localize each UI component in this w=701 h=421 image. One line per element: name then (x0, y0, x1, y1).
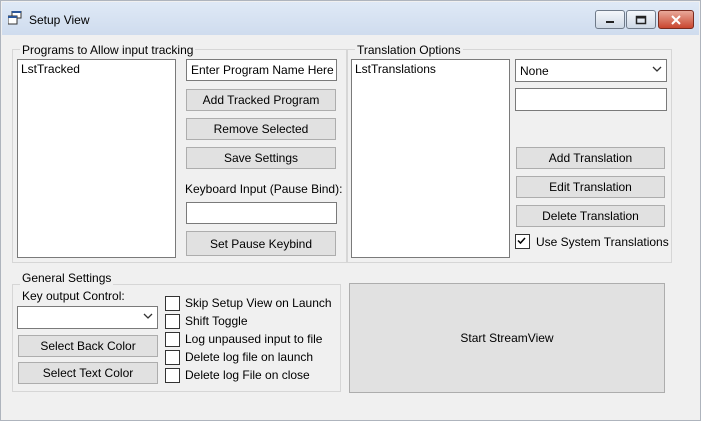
window-title: Setup View (29, 13, 90, 27)
delete-log-on-close-checkbox[interactable]: Delete log File on close (165, 366, 332, 384)
add-translation-button[interactable]: Add Translation (516, 147, 665, 169)
chevron-down-icon (143, 313, 153, 319)
log-unpaused-input-checkbox[interactable]: Log unpaused input to file (165, 330, 332, 348)
key-output-label: Key output Control: (22, 289, 125, 303)
minimize-icon (606, 20, 614, 23)
checkbox-label: Skip Setup View on Launch (185, 296, 332, 310)
select-text-color-button[interactable]: Select Text Color (18, 362, 158, 384)
delete-translation-button[interactable]: Delete Translation (516, 205, 665, 227)
translation-dropdown[interactable]: None (515, 59, 667, 82)
list-item[interactable]: LstTracked (21, 62, 172, 76)
close-button[interactable] (658, 10, 694, 29)
checkbox-label: Shift Toggle (185, 314, 248, 328)
checkbox-box[interactable] (165, 313, 180, 329)
key-output-dropdown[interactable] (17, 306, 158, 329)
keyboard-input-label: Keyboard Input (Pause Bind): (185, 182, 343, 196)
set-pause-keybind-button[interactable]: Set Pause Keybind (186, 231, 336, 256)
list-item[interactable]: LstTranslations (355, 62, 506, 76)
translation-text-input[interactable] (515, 88, 667, 111)
checkbox-box[interactable] (165, 349, 180, 365)
chevron-down-icon (652, 66, 662, 72)
tracked-programs-group-label: Programs to Allow input tracking (20, 43, 196, 57)
general-settings-group-label: General Settings (20, 271, 114, 285)
delete-log-on-launch-checkbox[interactable]: Delete log file on launch (165, 348, 332, 366)
checkbox-box[interactable] (165, 367, 180, 383)
checkmark-icon (517, 237, 526, 245)
pause-keybind-input[interactable] (186, 202, 337, 224)
checkbox-box[interactable] (165, 331, 180, 347)
add-tracked-program-button[interactable]: Add Tracked Program (186, 89, 336, 111)
maximize-icon (635, 15, 647, 24)
translations-list[interactable]: LstTranslations (351, 59, 510, 258)
minimize-button[interactable] (595, 10, 625, 29)
checkbox-box[interactable] (165, 295, 180, 311)
title-bar[interactable]: Setup View (2, 2, 699, 35)
skip-setup-view-checkbox[interactable]: Skip Setup View on Launch (165, 294, 332, 312)
checkbox-label: Delete log file on launch (185, 350, 314, 364)
checkbox-label: Log unpaused input to file (185, 332, 323, 346)
program-name-input[interactable]: Enter Program Name Here (186, 59, 337, 81)
app-window-icon (7, 10, 24, 25)
start-streamview-button[interactable]: Start StreamView (349, 283, 665, 393)
general-checkbox-list: Skip Setup View on Launch Shift Toggle L… (165, 294, 332, 384)
save-settings-button[interactable]: Save Settings (186, 147, 336, 169)
edit-translation-button[interactable]: Edit Translation (516, 176, 665, 198)
use-system-translations-label: Use System Translations (536, 234, 669, 249)
setup-view-window: Setup View Programs to Allow input track… (0, 0, 701, 421)
checkbox-label: Delete log File on close (185, 368, 310, 382)
close-icon (671, 14, 681, 25)
maximize-button[interactable] (626, 10, 656, 29)
checkbox-box[interactable] (515, 234, 530, 249)
shift-toggle-checkbox[interactable]: Shift Toggle (165, 312, 332, 330)
select-back-color-button[interactable]: Select Back Color (18, 335, 158, 357)
translation-options-group-label: Translation Options (355, 43, 463, 57)
use-system-translations-checkbox[interactable]: Use System Translations (515, 234, 669, 249)
translation-dropdown-value: None (520, 63, 549, 78)
remove-selected-button[interactable]: Remove Selected (186, 118, 336, 140)
tracked-programs-list[interactable]: LstTracked (17, 59, 176, 258)
